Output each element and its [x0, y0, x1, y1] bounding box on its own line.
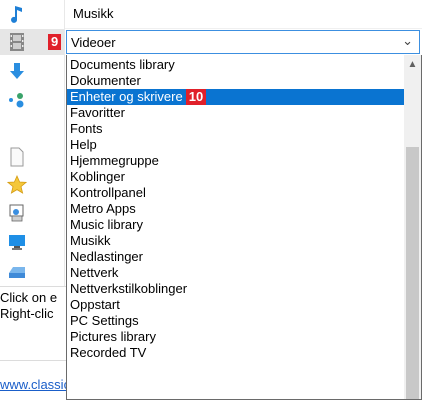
list-item[interactable]: Music library	[67, 217, 404, 233]
list-item[interactable]: PC Settings	[67, 313, 404, 329]
network-icon	[7, 90, 27, 110]
dropdown-scrollbar[interactable]: ▲	[404, 55, 421, 399]
folder-combobox[interactable]: 9 Videoer ⌄	[48, 30, 420, 54]
list-row-musikk[interactable]: Musikk	[65, 0, 422, 29]
chevron-down-icon[interactable]: ⌄	[402, 33, 413, 49]
download-arrow-icon	[7, 61, 27, 81]
list-item[interactable]: Fonts	[67, 121, 404, 137]
control-panel-icon	[7, 203, 27, 223]
list-item[interactable]: Nettverk	[67, 265, 404, 281]
list-item[interactable]: Documents library	[67, 57, 404, 73]
list-item[interactable]: Pictures library	[67, 329, 404, 345]
list-item[interactable]: Metro Apps	[67, 201, 404, 217]
dropdown-items: Documents library Dokumenter Enheter og …	[67, 57, 404, 361]
list-item[interactable]: Nettverkstilkoblinger	[67, 281, 404, 297]
list-item[interactable]: Help	[67, 137, 404, 153]
monitor-icon	[7, 232, 27, 252]
step-badge: 10	[185, 89, 207, 105]
list-item[interactable]: Musikk	[67, 233, 404, 249]
combo-value: Videoer	[71, 35, 116, 50]
help-text-line-2: Right-clic	[0, 306, 54, 321]
drive-icon	[7, 260, 27, 280]
list-item[interactable]: Oppstart	[67, 297, 404, 313]
combo-dropdown-list[interactable]: Documents library Dokumenter Enheter og …	[66, 55, 422, 400]
list-item[interactable]: Kontrollpanel	[67, 185, 404, 201]
document-icon	[7, 147, 27, 167]
star-icon	[7, 175, 27, 195]
row-label: Musikk	[73, 6, 114, 21]
list-item[interactable]: Favoritter	[67, 105, 404, 121]
list-item-highlighted[interactable]: Enheter og skrivere 10	[67, 89, 404, 105]
divider	[0, 360, 66, 361]
website-link[interactable]: www.classics	[0, 377, 66, 392]
music-note-icon	[7, 4, 27, 24]
column-separator	[64, 0, 65, 286]
film-icon	[7, 32, 27, 52]
divider	[0, 286, 66, 287]
list-item[interactable]: Recorded TV	[67, 345, 404, 361]
list-item[interactable]: Koblinger	[67, 169, 404, 185]
step-badge: 9	[48, 34, 62, 50]
scrollbar-thumb[interactable]	[406, 147, 419, 399]
help-text-line-1: Click on e	[0, 290, 58, 305]
list-item[interactable]: Hjemmegruppe	[67, 153, 404, 169]
list-item[interactable]: Nedlastinger	[67, 249, 404, 265]
list-item[interactable]: Dokumenter	[67, 73, 404, 89]
scroll-up-arrow-icon[interactable]: ▲	[404, 57, 421, 73]
